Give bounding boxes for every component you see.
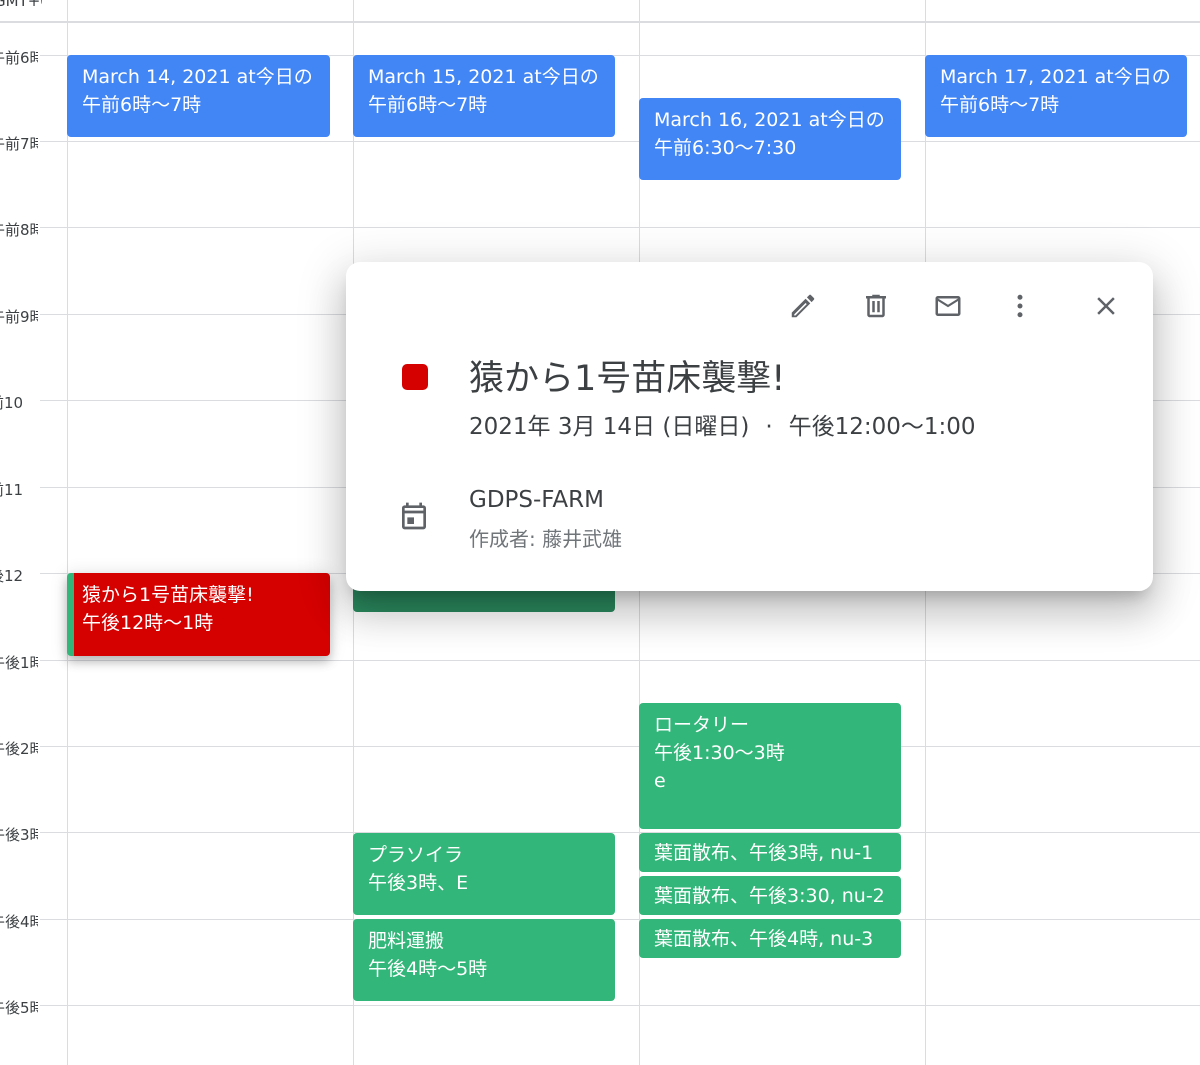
event-time: 午前6:30〜7:30 <box>654 137 797 159</box>
event-monkey-attack[interactable]: 猿から1号苗床襲撃! 午後12時〜1時 <box>67 573 330 656</box>
hour-line <box>40 141 1200 142</box>
event-title: ロータリー <box>654 714 750 736</box>
hour-line <box>40 832 1200 833</box>
delete-button[interactable] <box>856 286 896 326</box>
event-title: March 14, 2021 at今日の <box>82 66 313 88</box>
event-title: March 16, 2021 at今日の <box>654 109 885 131</box>
event-mar17-morning[interactable]: March 17, 2021 at今日の 午前6時〜7時 <box>925 55 1187 137</box>
event-title: 葉面散布、午後3時, nu-1 <box>654 842 874 864</box>
calendar-icon <box>398 500 430 532</box>
event-title: 葉面散布、午後4時, nu-3 <box>654 928 874 950</box>
delete-icon <box>866 294 886 318</box>
hour-line <box>40 660 1200 661</box>
time-label: 午前7時 <box>0 135 38 153</box>
hour-line <box>40 1005 1200 1006</box>
time-label: 午後1時 <box>0 654 38 672</box>
popup-event-datetime: 2021年 3月 14日 (日曜日) · 午後12:00〜1:00 <box>469 407 976 441</box>
event-time: 午前6時〜7時 <box>82 94 202 116</box>
time-label: 午前8時 <box>0 221 38 239</box>
event-rotary[interactable]: ロータリー 午後1:30〜3時 e <box>639 703 901 829</box>
event-time: 午後1:30〜3時 <box>654 742 785 764</box>
event-foliar-spray-2[interactable]: 葉面散布、午後3:30, nu-2 <box>639 876 901 915</box>
event-time: 午後3時、E <box>368 872 469 894</box>
time-label: 午後2時 <box>0 740 38 758</box>
event-prasoira[interactable]: プラソイラ 午後3時、E <box>353 833 615 915</box>
event-title: 葉面散布、午後3:30, nu-2 <box>654 885 885 907</box>
time-label: 午後3時 <box>0 826 38 844</box>
close-icon <box>1097 297 1115 315</box>
event-mar16-morning[interactable]: March 16, 2021 at今日の 午前6:30〜7:30 <box>639 98 901 180</box>
close-button[interactable] <box>1086 286 1126 326</box>
popup-calendar-name: GDPS-FARM <box>469 487 604 513</box>
popup-creator: 作成者: 藤井武雄 <box>469 527 623 551</box>
time-label: 午後12時 <box>0 567 22 585</box>
time-label: 午前9時 <box>0 308 38 326</box>
popup-event-time: 午後12:00〜1:00 <box>788 414 976 440</box>
timezone-label: GMT+09 <box>0 0 42 10</box>
popup-event-title: 猿から1号苗床襲撃! <box>469 359 786 399</box>
hour-line <box>40 919 1200 920</box>
time-label: 午後4時 <box>0 913 38 931</box>
event-mar14-morning[interactable]: March 14, 2021 at今日の 午前6時〜7時 <box>67 55 330 137</box>
more-options-icon <box>1017 294 1023 318</box>
event-foliar-spray-1[interactable]: 葉面散布、午後3時, nu-1 <box>639 833 901 872</box>
popup-separator: · <box>765 414 773 440</box>
time-label: 午前6時 <box>0 49 38 67</box>
event-time: 午後4時〜5時 <box>368 958 488 980</box>
event-title: 肥料運搬 <box>368 930 445 952</box>
event-title: プラソイラ <box>368 844 464 866</box>
more-options-button[interactable] <box>1000 286 1040 326</box>
time-label: 午前11時 <box>0 481 22 499</box>
edit-button[interactable] <box>783 286 823 326</box>
popup-event-date: 2021年 3月 14日 (日曜日) <box>469 414 750 440</box>
day-column-divider <box>67 0 68 1065</box>
event-foliar-spray-3[interactable]: 葉面散布、午後4時, nu-3 <box>639 919 901 958</box>
event-details-popup: 猿から1号苗床襲撃! 2021年 3月 14日 (日曜日) · 午後12:00〜1:… <box>346 262 1153 591</box>
email-guests-button[interactable] <box>928 286 968 326</box>
all-day-divider <box>0 21 1200 23</box>
time-label: 午後5時 <box>0 999 38 1017</box>
event-title: March 17, 2021 at今日の <box>940 66 1171 88</box>
event-title: 猿から1号苗床襲撃! <box>82 584 254 606</box>
event-location: e <box>654 770 666 792</box>
event-mar15-morning[interactable]: March 15, 2021 at今日の 午前6時〜7時 <box>353 55 615 137</box>
time-label: 午前10時 <box>0 394 22 412</box>
event-time: 午前6時〜7時 <box>368 94 488 116</box>
hour-line <box>40 227 1200 228</box>
event-time: 午後12時〜1時 <box>82 612 214 634</box>
email-icon <box>935 296 961 316</box>
event-color-indicator <box>402 364 428 390</box>
edit-icon <box>791 294 815 318</box>
event-time: 午前6時〜7時 <box>940 94 1060 116</box>
event-title: March 15, 2021 at今日の <box>368 66 599 88</box>
hour-line <box>40 746 1200 747</box>
event-fertilizer-transport[interactable]: 肥料運搬 午後4時〜5時 <box>353 919 615 1001</box>
